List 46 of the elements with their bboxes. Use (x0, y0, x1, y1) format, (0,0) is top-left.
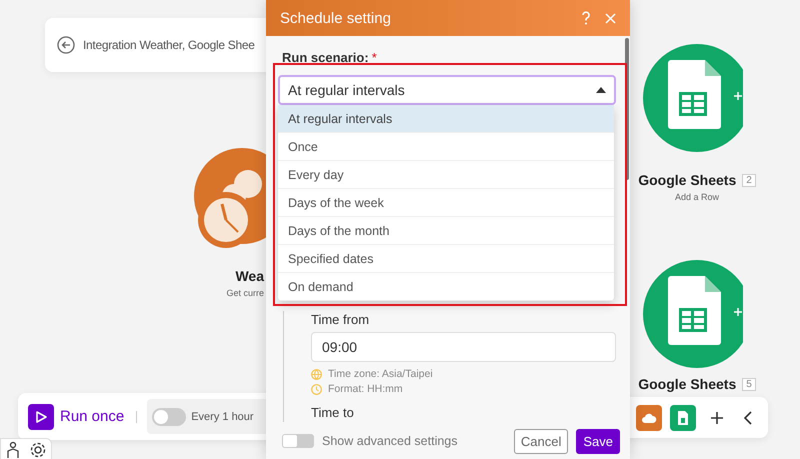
spreadsheet-drawing[interactable] (641, 258, 743, 370)
spreadsheet-drawing[interactable] (641, 42, 743, 154)
scenario-title: Integration Weather, Google Shee (83, 38, 255, 52)
field-label: Run scenario: (282, 50, 369, 65)
advanced-toggle[interactable] (282, 434, 314, 448)
play-button[interactable] (28, 404, 54, 430)
required-mark: * (372, 50, 377, 65)
module-name: Google Sheets (638, 376, 736, 392)
schedule-label[interactable]: Every 1 hour (191, 410, 254, 422)
field-label: Time to (311, 405, 354, 420)
spreadsheet-icon[interactable] (670, 404, 696, 430)
run-scenario-select[interactable]: At regular intervals (278, 75, 616, 105)
run-once-button[interactable]: Run once (60, 408, 124, 425)
close-icon[interactable] (605, 12, 616, 24)
dropdown-option[interactable]: On demand (278, 273, 614, 301)
scrollbar[interactable] (625, 38, 629, 180)
advanced-settings-label[interactable]: Show advanced settings (322, 434, 506, 448)
play-icon (34, 410, 48, 424)
hint-text: Time zone: Asia/Taipei (328, 368, 433, 380)
dropdown-option[interactable]: Every day (278, 161, 614, 189)
cancel-button[interactable]: Cancel (514, 428, 568, 454)
back-icon[interactable] (57, 36, 75, 54)
globe-icon (311, 368, 322, 380)
cloud-icon[interactable] (636, 404, 662, 430)
hint-text: Format: HH:mm (328, 383, 403, 395)
caret-icon (596, 87, 606, 93)
module-action: Get curre (226, 288, 264, 298)
dropdown-option[interactable]: At regular intervals (278, 105, 614, 133)
save-button[interactable]: Save (576, 428, 620, 454)
module-number: 5 (742, 378, 756, 390)
dropdown-option[interactable]: Once (278, 133, 614, 161)
dialog-title: Schedule setting (280, 10, 392, 26)
settings-icon[interactable] (29, 441, 47, 459)
dropdown-option[interactable]: Days of the week (278, 189, 614, 217)
person-icon[interactable] (5, 441, 21, 459)
module-action: Add a Row (674, 192, 720, 202)
module-number: 2 (742, 174, 756, 186)
dropdown-option[interactable]: Days of the month (278, 217, 614, 245)
help-icon[interactable] (581, 11, 591, 25)
schedule-toggle[interactable] (152, 408, 186, 426)
dropdown-option[interactable]: Specified dates (278, 245, 614, 273)
time-input[interactable]: 09:00 (311, 332, 616, 362)
field-label: Time from (311, 312, 370, 327)
clock-icon (311, 384, 322, 394)
module-name: Google Sheets (638, 172, 736, 188)
module-name: Wea (235, 268, 264, 284)
